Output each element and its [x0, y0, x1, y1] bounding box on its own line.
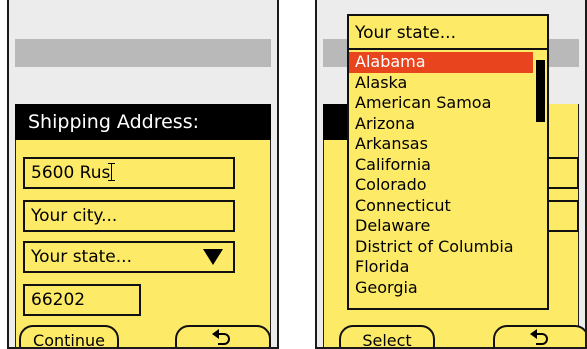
state-option[interactable]: Connecticut [349, 196, 533, 217]
back-button[interactable] [493, 325, 585, 347]
state-option[interactable]: Arizona [349, 114, 533, 135]
left-phone-screen: Shipping Address: 5600 Rus Your city... … [7, 0, 279, 349]
state-select[interactable]: Your state... [23, 241, 235, 273]
street-input-edge [549, 157, 579, 189]
city-input[interactable]: Your city... [23, 200, 235, 232]
continue-button[interactable]: Continue [19, 325, 119, 349]
scrollbar-thumb[interactable] [536, 60, 545, 122]
state-list: Alabama Alaska American Samoa Arizona Arkans… [349, 52, 533, 298]
city-input-edge [549, 200, 579, 232]
zip-value: 66202 [31, 290, 86, 310]
state-option[interactable]: District of Columbia [349, 237, 533, 258]
dropdown-header: Your state... [349, 16, 547, 50]
form-title: Shipping Address: [15, 104, 271, 140]
zip-input[interactable]: 66202 [23, 284, 141, 316]
city-placeholder: Your city... [31, 206, 118, 226]
state-option[interactable]: Delaware [349, 216, 533, 237]
select-label: Select [362, 331, 412, 349]
state-option[interactable]: Arkansas [349, 134, 533, 155]
select-button[interactable]: Select [339, 325, 435, 349]
street-input[interactable]: 5600 Rus [23, 157, 235, 189]
chevron-down-icon [203, 249, 223, 265]
street-value: 5600 Rus [31, 163, 111, 183]
text-cursor-icon [108, 163, 117, 181]
state-option[interactable]: Georgia [349, 278, 533, 299]
state-option[interactable]: Florida [349, 257, 533, 278]
right-phone-screen: Your state... Alabama Alaska American Samo… [315, 0, 587, 349]
back-button[interactable] [175, 325, 271, 347]
state-option[interactable]: Alabama [349, 52, 533, 73]
state-dropdown[interactable]: Your state... Alabama Alaska American Samo… [347, 14, 549, 310]
state-value: Your state... [31, 247, 132, 267]
return-icon [212, 329, 230, 345]
status-bar [15, 39, 271, 67]
state-option[interactable]: Colorado [349, 175, 533, 196]
return-icon [530, 329, 548, 345]
state-option[interactable]: California [349, 155, 533, 176]
continue-label: Continue [33, 331, 105, 349]
state-option[interactable]: Alaska [349, 73, 533, 94]
scrollbar[interactable] [533, 52, 547, 308]
state-option[interactable]: American Samoa [349, 93, 533, 114]
